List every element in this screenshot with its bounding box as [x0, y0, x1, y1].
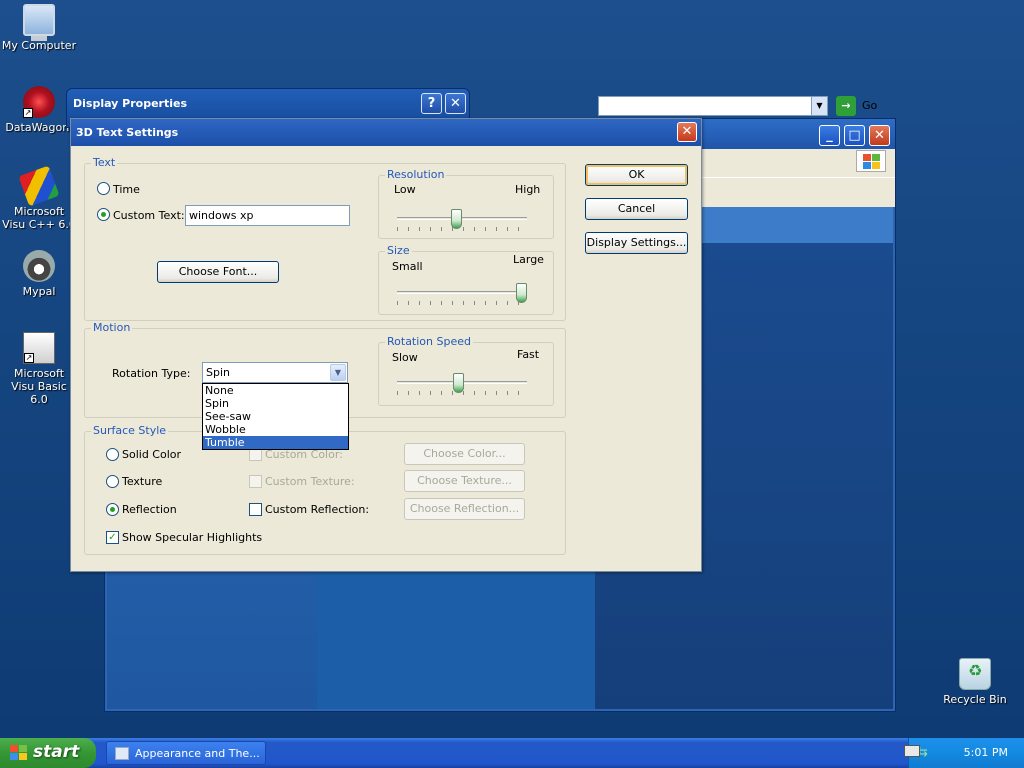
desktop-icon-visual-cpp[interactable]: Microsoft Visu C++ 6.0	[0, 165, 78, 231]
slider-thumb[interactable]	[453, 373, 464, 393]
dialog-titlebar: 3D Text Settings ✕	[71, 119, 701, 146]
resolution-low-label: Low	[394, 183, 416, 196]
recycle-bin-icon	[959, 658, 991, 690]
time-label: Time	[113, 183, 140, 196]
maximize-button[interactable]: □	[844, 125, 865, 146]
taskbar-item-label: Appearance and The...	[135, 747, 260, 760]
time-radio[interactable]	[97, 182, 110, 195]
desktop-icon-label: Microsoft Visu Basic 6.0	[11, 367, 67, 406]
desktop-icon-visual-basic[interactable]: ↗ Microsoft Visu Basic 6.0	[0, 332, 78, 406]
display-settings-button[interactable]: Display Settings...	[585, 232, 688, 254]
folder-window-icon	[115, 747, 129, 760]
windows-flag-icon	[10, 745, 28, 761]
reflection-radio[interactable]	[106, 503, 119, 516]
ok-button[interactable]: OK	[585, 164, 688, 186]
group-legend: Motion	[91, 321, 133, 334]
taskbar-item-appearance[interactable]: Appearance and The...	[106, 741, 266, 765]
texture-label: Texture	[122, 475, 163, 488]
go-label[interactable]: Go	[862, 99, 877, 112]
start-button[interactable]: start	[0, 738, 96, 768]
minimize-button[interactable]: _	[819, 125, 840, 146]
custom-texture-checkbox[interactable]	[249, 475, 262, 488]
desktop-icon-label: Microsoft Visu C++ 6.0	[2, 205, 76, 231]
desktop-icon-mypal[interactable]: Mypal	[0, 250, 78, 298]
group-legend: Surface Style	[91, 424, 169, 437]
cancel-button[interactable]: Cancel	[585, 198, 688, 220]
mypal-icon	[23, 250, 55, 282]
custom-reflection-label: Custom Reflection:	[265, 503, 370, 516]
keyboard-icon[interactable]	[904, 745, 920, 757]
address-combo[interactable]: ▼	[598, 96, 828, 116]
desktop-icon-my-computer[interactable]: My Computer	[0, 4, 78, 52]
rotation-speed-slider[interactable]	[397, 371, 527, 401]
datawagon-icon: ↗	[23, 86, 55, 118]
clock[interactable]: 5:01 PM	[964, 746, 1008, 759]
rotation-type-value: Spin	[206, 366, 230, 379]
slider-thumb[interactable]	[451, 209, 462, 229]
resolution-slider[interactable]	[397, 207, 527, 237]
custom-text-radio[interactable]	[97, 208, 110, 221]
resolution-high-label: High	[515, 183, 541, 196]
custom-text-input[interactable]: windows xp	[185, 205, 350, 226]
choose-color-button[interactable]: Choose Color...	[404, 443, 525, 465]
close-button[interactable]: ✕	[677, 122, 697, 142]
taskbar: start Appearance and The... ⇆ 5:01 PM	[0, 738, 1024, 768]
group-legend: Rotation Speed	[385, 335, 473, 348]
chevron-down-icon[interactable]: ▼	[811, 97, 827, 115]
choose-reflection-button[interactable]: Choose Reflection...	[404, 498, 525, 520]
system-tray: ⇆ 5:01 PM	[908, 738, 1024, 768]
choose-font-button[interactable]: Choose Font...	[157, 261, 279, 283]
solid-color-label: Solid Color	[122, 448, 182, 461]
close-button[interactable]: ✕	[869, 125, 890, 146]
windows-logo-icon	[856, 150, 886, 172]
choose-texture-button[interactable]: Choose Texture...	[404, 470, 525, 492]
desktop-icon-label: Mypal	[22, 285, 56, 298]
go-arrow-icon[interactable]: →	[836, 96, 856, 116]
size-large-label: Large	[513, 253, 544, 266]
group-legend: Resolution	[385, 168, 447, 181]
rotation-type-dropdown-list[interactable]: None Spin See-saw Wobble Tumble	[202, 383, 349, 450]
rotation-type-label: Rotation Type:	[112, 367, 191, 380]
slider-thumb[interactable]	[516, 283, 527, 303]
visual-cpp-icon	[18, 165, 60, 207]
chevron-down-icon[interactable]: ▼	[330, 364, 346, 381]
computer-icon	[23, 4, 55, 41]
group-legend: Size	[385, 244, 412, 257]
help-button[interactable]: ?	[421, 93, 442, 114]
size-slider[interactable]	[397, 281, 527, 311]
size-small-label: Small	[392, 260, 423, 273]
dropdown-option[interactable]: See-saw	[203, 410, 348, 423]
3d-text-settings-dialog: 3D Text Settings ✕ Text Time Custom Text…	[70, 118, 702, 572]
show-specular-highlights-label: Show Specular Highlights	[122, 531, 263, 544]
desktop-icon-label: Recycle Bin	[943, 693, 1007, 706]
window-title: Display Properties	[73, 97, 188, 110]
reflection-label: Reflection	[122, 503, 177, 516]
custom-texture-label: Custom Texture:	[265, 475, 355, 488]
dropdown-option[interactable]: None	[203, 384, 348, 397]
start-label: start	[33, 742, 80, 762]
rotation-type-select[interactable]: Spin ▼	[202, 362, 348, 383]
texture-radio[interactable]	[106, 475, 119, 488]
custom-reflection-checkbox[interactable]	[249, 503, 262, 516]
rotation-speed-slow-label: Slow	[392, 351, 418, 364]
group-legend: Text	[91, 156, 118, 169]
close-button[interactable]: ✕	[445, 93, 466, 114]
dropdown-option[interactable]: Spin	[203, 397, 348, 410]
dialog-title: 3D Text Settings	[76, 126, 179, 139]
visual-basic-icon: ↗	[23, 332, 55, 364]
custom-text-label: Custom Text:	[113, 209, 185, 222]
rotation-speed-fast-label: Fast	[517, 348, 540, 361]
dropdown-option[interactable]: Wobble	[203, 423, 348, 436]
dropdown-option-highlighted[interactable]: Tumble	[203, 436, 348, 449]
show-specular-highlights-checkbox[interactable]: ✓	[106, 531, 119, 544]
solid-color-radio[interactable]	[106, 448, 119, 461]
desktop-icon-recycle-bin[interactable]: Recycle Bin	[936, 658, 1014, 706]
